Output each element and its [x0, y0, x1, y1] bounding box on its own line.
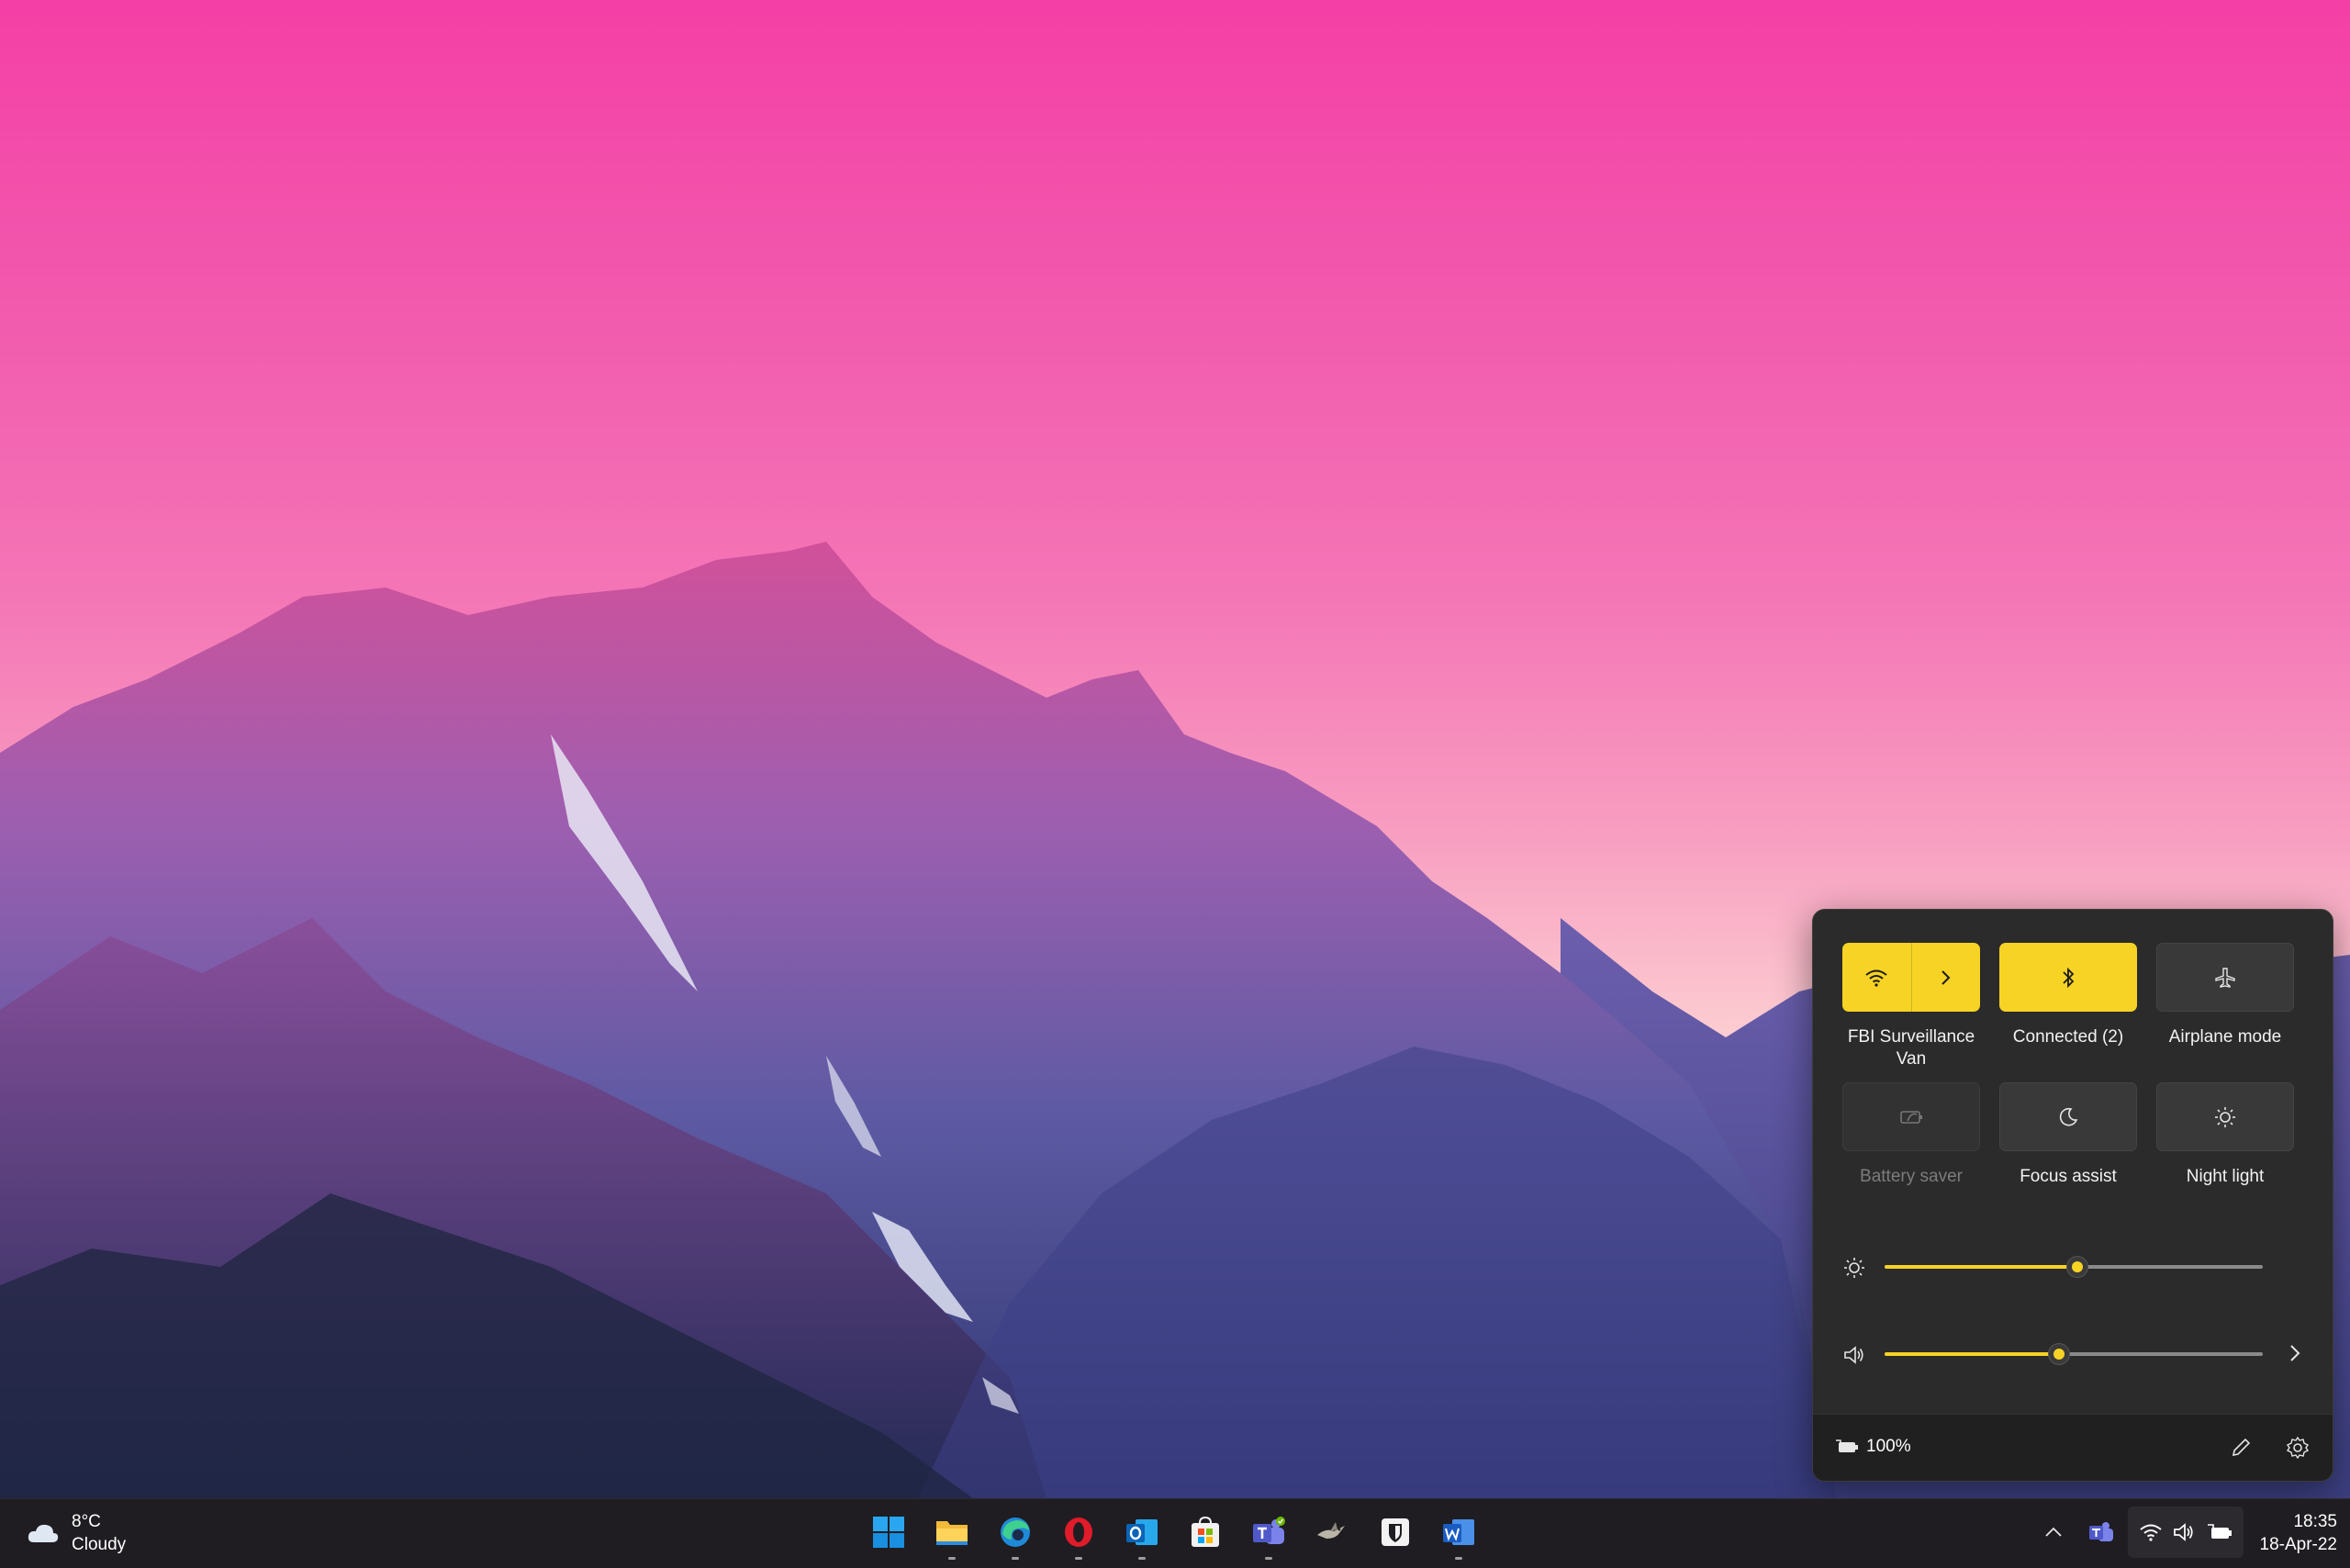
taskbar-word[interactable] — [1433, 1506, 1484, 1560]
taskbar-file-explorer[interactable] — [926, 1506, 978, 1560]
sun-icon — [2215, 1106, 2235, 1127]
volume-slider[interactable] — [1885, 1343, 2263, 1365]
bluetooth-tile-label: Connected (2) — [2012, 1027, 2124, 1047]
quick-settings-footer: 100% — [1813, 1414, 2333, 1481]
wifi-tray-icon — [2140, 1524, 2162, 1541]
cloud-icon — [28, 1524, 59, 1542]
volume-slider-row — [1813, 1336, 2333, 1372]
brightness-slider-row — [1813, 1249, 2333, 1285]
weather-widget[interactable]: 8°C Cloudy — [26, 1510, 126, 1556]
clock-time: 18:35 — [2293, 1512, 2337, 1531]
start-button[interactable] — [863, 1506, 914, 1558]
weather-temperature: 8°C — [72, 1512, 101, 1531]
teams-tray-icon[interactable] — [2087, 1519, 2115, 1545]
wifi-tile[interactable] — [1842, 943, 1980, 1012]
outlook-icon — [1126, 1519, 1158, 1545]
settings-gear-icon[interactable] — [2285, 1435, 2311, 1461]
volume-slider-thumb[interactable] — [2047, 1343, 2070, 1365]
store-icon — [1192, 1516, 1219, 1547]
show-hidden-icons-chevron-up-icon[interactable] — [2043, 1523, 2064, 1541]
airplane-mode-tile-label: Airplane mode — [2168, 1027, 2282, 1047]
focus-assist-tile-label: Focus assist — [2020, 1167, 2117, 1186]
volume-slider-fill — [1885, 1352, 2059, 1356]
wifi-tile-label: FBI Surveillance Van — [1847, 1027, 1975, 1069]
airplane-icon — [2215, 967, 2235, 988]
teams-icon — [1253, 1517, 1285, 1544]
clock-date: 18-Apr-22 — [2259, 1535, 2338, 1554]
windows-start-icon — [873, 1517, 904, 1548]
bird-app-icon — [1317, 1522, 1345, 1539]
audio-output-chevron-icon[interactable] — [2283, 1341, 2307, 1365]
chevron-right-icon — [1942, 969, 1951, 985]
taskbar-edge[interactable] — [990, 1506, 1041, 1560]
file-explorer-icon — [936, 1521, 968, 1545]
bluetooth-tile[interactable] — [1999, 943, 2137, 1012]
wifi-networks-button[interactable] — [1912, 943, 1981, 1012]
brightness-icon — [1844, 1258, 1864, 1278]
taskbar-store[interactable] — [1180, 1506, 1231, 1558]
focus-assist-tile[interactable] — [1999, 1082, 2137, 1151]
wifi-toggle[interactable] — [1842, 943, 1911, 1012]
network-volume-battery-tray[interactable] — [2128, 1506, 2244, 1558]
moon-icon — [2059, 1107, 2078, 1126]
word-icon — [1443, 1519, 1474, 1545]
battery-status[interactable]: 100% — [1835, 1437, 1911, 1457]
taskbar-app-bird[interactable] — [1306, 1506, 1358, 1558]
edge-icon — [1001, 1518, 1030, 1547]
taskbar-teams[interactable] — [1243, 1506, 1294, 1560]
bluetooth-icon — [2063, 967, 2075, 988]
edit-pencil-icon[interactable] — [2228, 1435, 2254, 1461]
night-light-tile[interactable] — [2156, 1082, 2294, 1151]
taskbar: 8°C Cloudy 18:35 18-Apr-22 — [0, 1498, 2350, 1568]
taskbar-opera[interactable] — [1053, 1506, 1104, 1560]
quick-settings-flyout: FBI Surveillance Van Connected (2) Airpl… — [1812, 909, 2333, 1482]
speaker-icon[interactable] — [1842, 1343, 1866, 1367]
brightness-slider[interactable] — [1885, 1256, 2263, 1278]
brightness-slider-fill — [1885, 1265, 2078, 1269]
weather-condition: Cloudy — [72, 1535, 127, 1554]
battery-saver-icon — [1900, 1110, 1922, 1124]
shield-app-icon — [1382, 1518, 1409, 1546]
night-light-tile-label: Night light — [2186, 1167, 2265, 1186]
taskbar-bitwarden[interactable] — [1370, 1506, 1421, 1558]
battery-tray-icon — [2208, 1524, 2232, 1539]
brightness-slider-thumb[interactable] — [2066, 1256, 2089, 1278]
battery-saver-tile[interactable] — [1842, 1082, 1980, 1151]
battery-saver-tile-label: Battery saver — [1860, 1167, 1963, 1186]
taskbar-apps — [863, 1506, 1484, 1560]
airplane-mode-tile[interactable] — [2156, 943, 2294, 1012]
wifi-icon — [1865, 969, 1887, 987]
battery-charging-icon — [1836, 1439, 1858, 1452]
clock[interactable]: 18:35 18-Apr-22 — [2245, 1510, 2338, 1556]
opera-icon — [1065, 1518, 1092, 1547]
taskbar-outlook[interactable] — [1116, 1506, 1168, 1560]
battery-percent: 100% — [1866, 1437, 1911, 1456]
volume-tray-icon — [2174, 1523, 2193, 1541]
